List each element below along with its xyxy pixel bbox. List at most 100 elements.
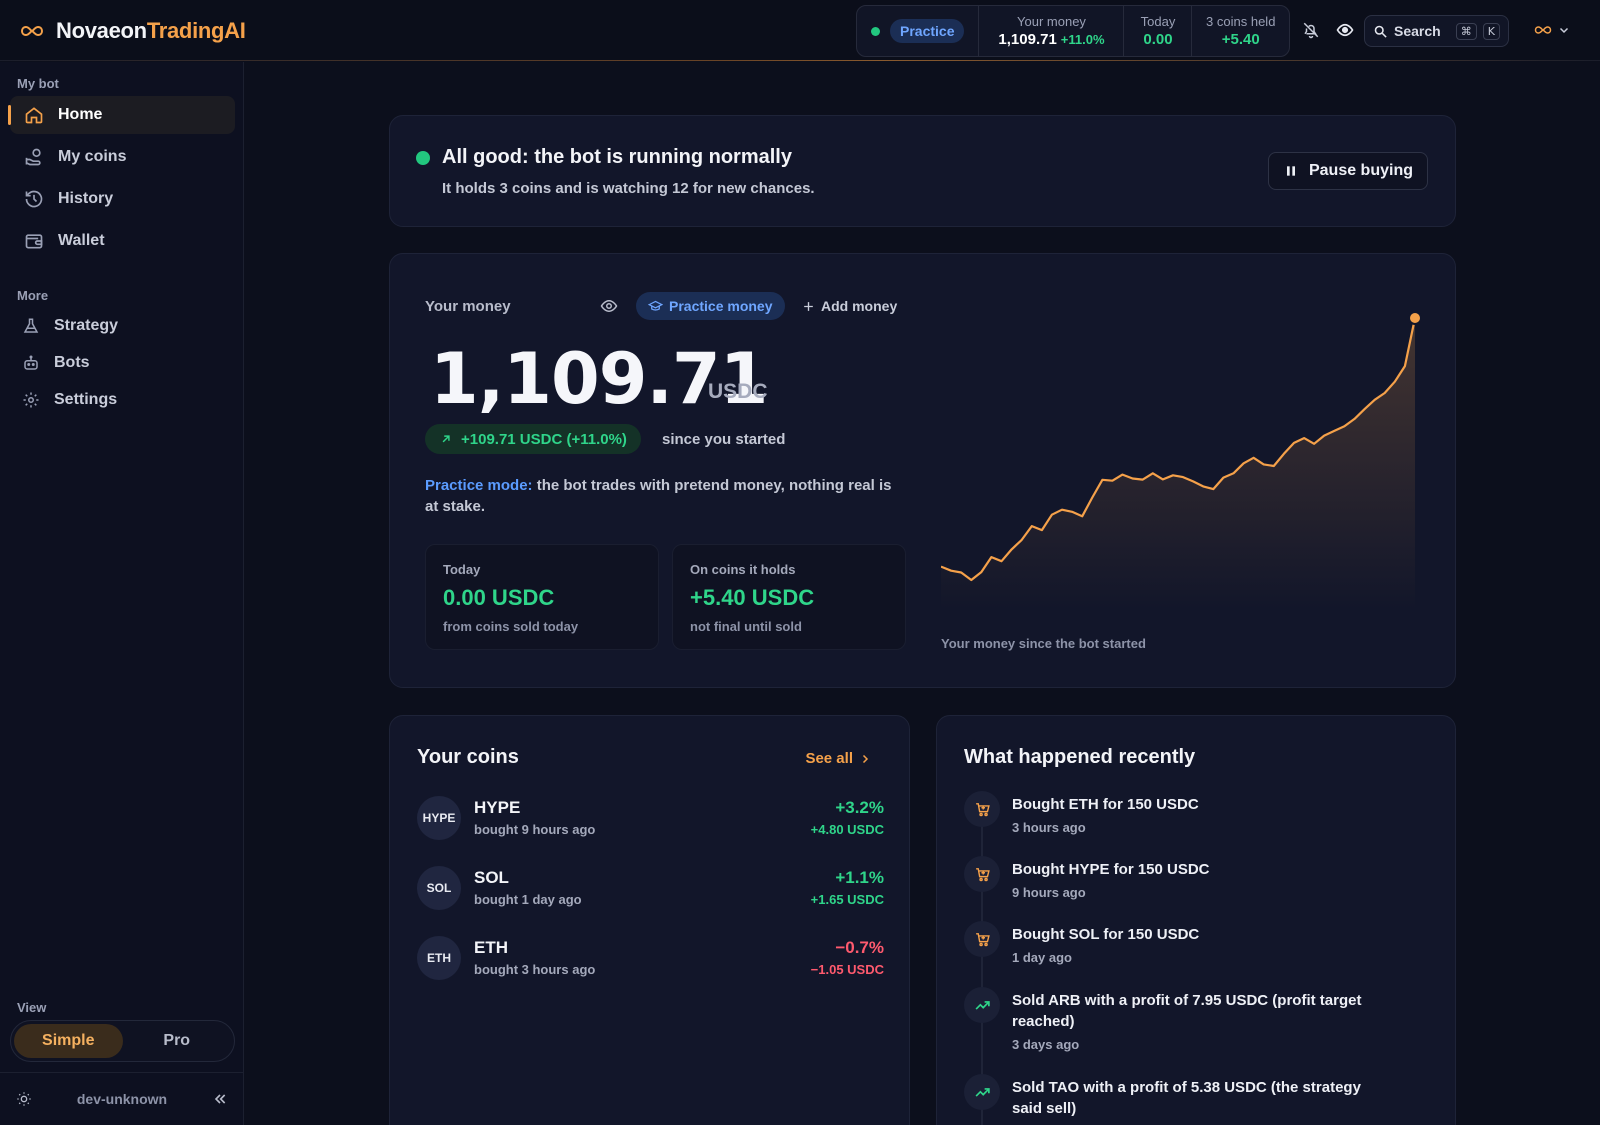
activity-time: 3 hours ago <box>1012 820 1086 835</box>
holdings-sub: not final until sold <box>690 619 802 634</box>
arrow-up-right-icon <box>442 435 450 443</box>
today-value: 0.00 USDC <box>443 585 555 610</box>
practice-money-badge[interactable]: Practice money <box>636 292 785 320</box>
sidebar-item-home[interactable]: Home <box>8 96 235 134</box>
chart-caption: Your money since the bot started <box>941 636 1146 651</box>
view-mode-toggle: Simple Pro <box>10 1020 235 1062</box>
eye-icon[interactable] <box>1334 19 1356 41</box>
account-menu[interactable] <box>1532 19 1572 41</box>
coin-name: ETH <box>474 938 508 957</box>
plus-icon <box>804 301 813 311</box>
practice-mode-note: Practice mode: the bot trades with prete… <box>425 475 903 517</box>
activity-text: Bought ETH for 150 USDC <box>1012 796 1199 813</box>
home-icon <box>25 107 43 124</box>
status-dot <box>871 26 880 36</box>
practice-badge: Practice <box>890 19 965 43</box>
sidebar-item-label: History <box>58 190 114 207</box>
activity-text: Sold TAO with a profit of 5.38 USDC (the… <box>1012 1079 1361 1117</box>
chart-latest-point <box>1408 311 1422 325</box>
coin-change-percent: +1.1% <box>835 868 884 887</box>
total-gain: +109.71 USDC (+11.0%) <box>461 430 627 448</box>
recent-activity-title: What happened recently <box>964 746 1196 768</box>
pause-buying-button[interactable]: Pause buying <box>1267 152 1428 190</box>
money-card: Your money Practice money Add money 1,10… <box>389 253 1456 688</box>
view-option-simple[interactable]: Simple <box>14 1024 123 1058</box>
cart-icon <box>964 921 1000 957</box>
sidebar: My bot Home My coins History Wallet More… <box>0 62 244 1125</box>
chart-area-fill <box>941 318 1415 610</box>
sidebar-item-strategy[interactable]: Strategy <box>10 307 235 345</box>
shortcut-cmd-key: ⌘ <box>1455 22 1477 40</box>
coin-name: HYPE <box>474 798 521 817</box>
coin-row-eth[interactable]: ETH ETH bought 3 hours ago −0.7% −1.05 U… <box>417 936 884 982</box>
see-all-label: See all <box>805 750 853 767</box>
coin-name: SOL <box>474 868 509 887</box>
shortcut-k-key: K <box>1482 22 1500 40</box>
sidebar-item-label: Home <box>58 106 103 123</box>
coin-bought-time: bought 3 hours ago <box>474 962 596 977</box>
since-started-label: since you started <box>662 431 786 448</box>
flask-icon <box>23 318 39 333</box>
sun-icon[interactable] <box>16 1091 32 1107</box>
notifications-off-icon[interactable] <box>1300 19 1322 41</box>
sidebar-item-label: Strategy <box>54 317 119 334</box>
environment-label: dev-unknown <box>76 1091 168 1107</box>
infinity-logo-icon <box>20 25 44 37</box>
mode-indicator[interactable]: Practice <box>857 6 978 56</box>
pause-icon <box>1286 166 1295 176</box>
status-subtitle: It holds 3 coins and is watching 12 for … <box>442 180 815 197</box>
wallet-icon <box>25 234 43 249</box>
sidebar-item-label: Wallet <box>58 232 105 249</box>
coin-row-sol[interactable]: SOL SOL bought 1 day ago +1.1% +1.65 USD… <box>417 866 884 912</box>
sidebar-item-my-coins[interactable]: My coins <box>10 138 235 176</box>
sidebar-item-history[interactable]: History <box>10 180 235 218</box>
stat-today: Today 0.00 <box>1123 6 1191 56</box>
practice-mode-label: Practice mode: <box>425 477 533 494</box>
trend-up-icon <box>964 987 1000 1023</box>
stat-label: Your money <box>1017 14 1086 29</box>
stat-label: Today <box>1140 14 1176 29</box>
sidebar-item-settings[interactable]: Settings <box>10 381 235 419</box>
view-label: View <box>17 1000 47 1015</box>
search-label: Search <box>1394 23 1441 39</box>
activity-text: Bought HYPE for 150 USDC <box>1012 861 1210 878</box>
balance-unit: USDC <box>708 380 768 403</box>
search-button[interactable]: Search ⌘ K <box>1364 15 1509 47</box>
total-gain-badge: +109.71 USDC (+11.0%) <box>425 424 641 454</box>
balance-amount: 1,109.71 <box>430 338 768 420</box>
sidebar-item-bots[interactable]: Bots <box>10 344 235 382</box>
stat-label: 3 coins held <box>1206 14 1276 29</box>
view-option-pro[interactable]: Pro <box>123 1024 232 1058</box>
header-stats: Practice Your money 1,109.71 +11.0% Today… <box>856 5 1290 57</box>
coin-change-percent: −0.7% <box>835 938 884 957</box>
bot-status-card: All good: the bot is running normally It… <box>389 115 1456 227</box>
see-all-link[interactable]: See all <box>805 750 871 767</box>
sidebar-section-my-bot: My bot <box>17 76 59 91</box>
sidebar-item-wallet[interactable]: Wallet <box>10 222 235 260</box>
activity-time: 9 hours ago <box>1012 885 1086 900</box>
top-bar: NovaeonTradingAI Practice Your money 1,1… <box>0 0 1600 61</box>
add-money-label: Add money <box>821 298 898 314</box>
holdings-value: +5.40 USDC <box>690 585 815 610</box>
stat-amount: 1,109.71 <box>998 31 1057 48</box>
brand-name: NovaeonTradingAI <box>56 18 246 44</box>
pause-label: Pause buying <box>1308 162 1413 179</box>
holdings-card: On coins it holds +5.40 USDC not final u… <box>672 544 906 650</box>
stat-coins-held: 3 coins held +5.40 <box>1191 6 1289 56</box>
chevron-down-icon <box>1559 27 1569 34</box>
sidebar-footer: dev-unknown <box>0 1072 244 1125</box>
practice-money-label: Practice money <box>669 298 773 314</box>
money-chart <box>941 311 1422 610</box>
sidebar-item-label: Settings <box>54 391 118 408</box>
status-title: All good: the bot is running normally <box>442 146 792 168</box>
coin-avatar: SOL <box>417 866 461 910</box>
collapse-sidebar-icon[interactable] <box>212 1091 228 1107</box>
add-money-button[interactable]: Add money <box>802 298 897 314</box>
hide-balance-eye-icon[interactable] <box>600 297 618 320</box>
coin-row-hype[interactable]: HYPE HYPE bought 9 hours ago +3.2% +4.80… <box>417 796 884 842</box>
coin-change-percent: +3.2% <box>835 798 884 817</box>
graduation-cap-icon <box>648 300 663 311</box>
brand[interactable]: NovaeonTradingAI <box>20 18 246 44</box>
stat-your-money: Your money 1,109.71 +11.0% <box>978 6 1123 56</box>
coin-avatar: HYPE <box>417 796 461 840</box>
